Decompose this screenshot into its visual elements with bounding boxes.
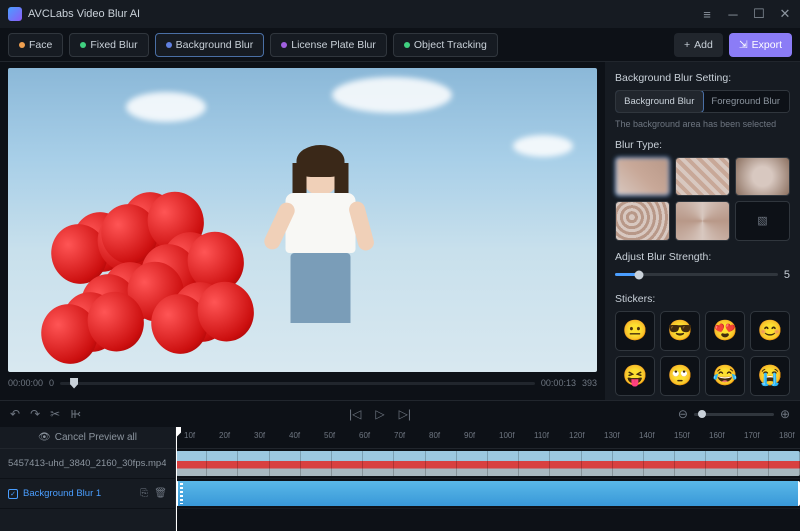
preview-subject <box>285 153 355 323</box>
ruler-tick: 70f <box>394 431 405 440</box>
settings-sidebar: Background Blur Setting: Background Blur… <box>605 62 800 400</box>
total-frames: 393 <box>582 378 597 388</box>
close-button[interactable]: ✕ <box>778 7 792 21</box>
sticker-6[interactable]: 😂 <box>705 356 745 396</box>
ruler-tick: 100f <box>499 431 515 440</box>
zoom-slider[interactable] <box>694 413 774 416</box>
blur-type-pattern[interactable] <box>615 201 670 240</box>
blur-type-gaussian[interactable] <box>615 157 670 196</box>
ruler-tick: 20f <box>219 431 230 440</box>
ruler-tick: 10f <box>184 431 195 440</box>
undo-button[interactable]: ↶ <box>10 407 20 421</box>
plus-icon: + <box>684 39 690 51</box>
preview-scrubber[interactable] <box>60 382 535 385</box>
preview-balloons <box>43 172 273 372</box>
sticker-7[interactable]: 😭 <box>750 356 790 396</box>
image-icon: ▧ <box>757 214 767 227</box>
object-tracking-mode-button[interactable]: Object Tracking <box>393 33 498 57</box>
selection-info: The background area has been selected <box>615 119 790 129</box>
preview-playbar: 00:00:00 0 00:00:13 393 <box>8 372 597 394</box>
blur-type-custom[interactable]: ▧ <box>735 201 790 240</box>
blur-type-swirl[interactable] <box>675 201 730 240</box>
ruler-tick: 30f <box>254 431 265 440</box>
video-clip[interactable] <box>176 451 800 476</box>
sticker-0[interactable]: 😐 <box>615 311 655 351</box>
ruler-tick: 160f <box>709 431 725 440</box>
sticker-2[interactable]: 😍 <box>705 311 745 351</box>
blur-type-radial[interactable] <box>735 157 790 196</box>
ruler-tick: 150f <box>674 431 690 440</box>
face-mode-button[interactable]: Face <box>8 33 63 57</box>
video-track-label[interactable]: 5457413-uhd_3840_2160_30fps.mp4 <box>0 449 175 479</box>
strength-title: Adjust Blur Strength: <box>615 251 790 263</box>
stickers-title: Stickers: <box>615 293 790 305</box>
split-button[interactable]: ✂ <box>50 407 60 421</box>
app-title: AVCLabs Video Blur AI <box>28 8 140 20</box>
maximize-button[interactable]: ☐ <box>752 7 766 21</box>
ruler-tick: 80f <box>429 431 440 440</box>
timeline-ruler[interactable]: 10f 20f 30f 40f 50f 60f 70f 80f 90f 100f 110f 120f 1… <box>176 427 800 449</box>
eye-off-icon: 👁 <box>38 432 51 443</box>
fixed-blur-mode-button[interactable]: Fixed Blur <box>69 33 148 57</box>
sticker-5[interactable]: 🙄 <box>660 356 700 396</box>
blur-effect-clip[interactable] <box>176 481 800 506</box>
delete-effect-button[interactable]: 🗑 <box>154 488 167 499</box>
background-blur-mode-button[interactable]: Background Blur <box>155 33 265 57</box>
setting-title: Background Blur Setting: <box>615 72 790 84</box>
video-preview[interactable] <box>8 68 597 372</box>
effect-track-label[interactable]: ✓ Background Blur 1 ⎘🗑 <box>0 479 175 509</box>
app-logo-icon <box>8 7 22 21</box>
play-button[interactable]: ▷ <box>375 407 384 421</box>
ruler-tick: 180f <box>779 431 795 440</box>
lock-icon[interactable]: ⎘ <box>140 488 148 499</box>
ruler-tick: 140f <box>639 431 655 440</box>
ruler-tick: 110f <box>534 431 549 440</box>
blur-strength-slider[interactable] <box>615 273 778 276</box>
ruler-tick: 130f <box>604 431 620 440</box>
current-frame: 0 <box>49 378 54 388</box>
effect-track[interactable] <box>176 479 800 509</box>
cancel-preview-button[interactable]: 👁Cancel Preview all <box>0 427 175 449</box>
sticker-4[interactable]: 😝 <box>615 356 655 396</box>
menu-icon[interactable]: ≡ <box>700 7 714 21</box>
timeline-panel: ↶ ↷ ✂ |◁ ▷ ▷| ⊖ ⊕ 👁Cancel Preview all 54… <box>0 400 800 531</box>
foreground-blur-toggle[interactable]: Foreground Blur <box>703 91 790 112</box>
sticker-1[interactable]: 😎 <box>660 311 700 351</box>
ruler-tick: 50f <box>324 431 335 440</box>
sticker-3[interactable]: 😊 <box>750 311 790 351</box>
ruler-tick: 90f <box>464 431 475 440</box>
blur-strength-value: 5 <box>784 269 790 281</box>
mode-toolbar: Face Fixed Blur Background Blur License … <box>0 28 800 62</box>
export-icon: ⇲ <box>739 39 748 51</box>
export-button[interactable]: ⇲Export <box>729 33 792 57</box>
prev-frame-button[interactable]: |◁ <box>349 407 361 421</box>
redo-button[interactable]: ↷ <box>30 407 40 421</box>
timeline-playhead[interactable] <box>176 427 177 531</box>
ruler-tick: 60f <box>359 431 370 440</box>
zoom-out-button[interactable]: ⊖ <box>678 407 688 421</box>
background-blur-toggle[interactable]: Background Blur <box>615 90 704 113</box>
video-track[interactable] <box>176 449 800 479</box>
ruler-tick: 120f <box>569 431 585 440</box>
add-button[interactable]: +Add <box>674 33 723 57</box>
titlebar: AVCLabs Video Blur AI ≡ ─ ☐ ✕ <box>0 0 800 28</box>
minimize-button[interactable]: ─ <box>726 7 740 21</box>
end-time: 00:00:13 <box>541 378 576 388</box>
blur-target-toggle: Background Blur Foreground Blur <box>615 90 790 113</box>
current-time: 00:00:00 <box>8 378 43 388</box>
license-plate-mode-button[interactable]: License Plate Blur <box>270 33 387 57</box>
next-frame-button[interactable]: ▷| <box>399 407 411 421</box>
ruler-tick: 40f <box>289 431 300 440</box>
playhead-icon[interactable] <box>70 378 78 389</box>
cut-button[interactable] <box>70 408 82 420</box>
effect-checkbox[interactable]: ✓ <box>8 489 18 499</box>
zoom-in-button[interactable]: ⊕ <box>780 407 790 421</box>
blur-type-mosaic[interactable] <box>675 157 730 196</box>
ruler-tick: 170f <box>744 431 760 440</box>
blur-type-title: Blur Type: <box>615 139 790 151</box>
